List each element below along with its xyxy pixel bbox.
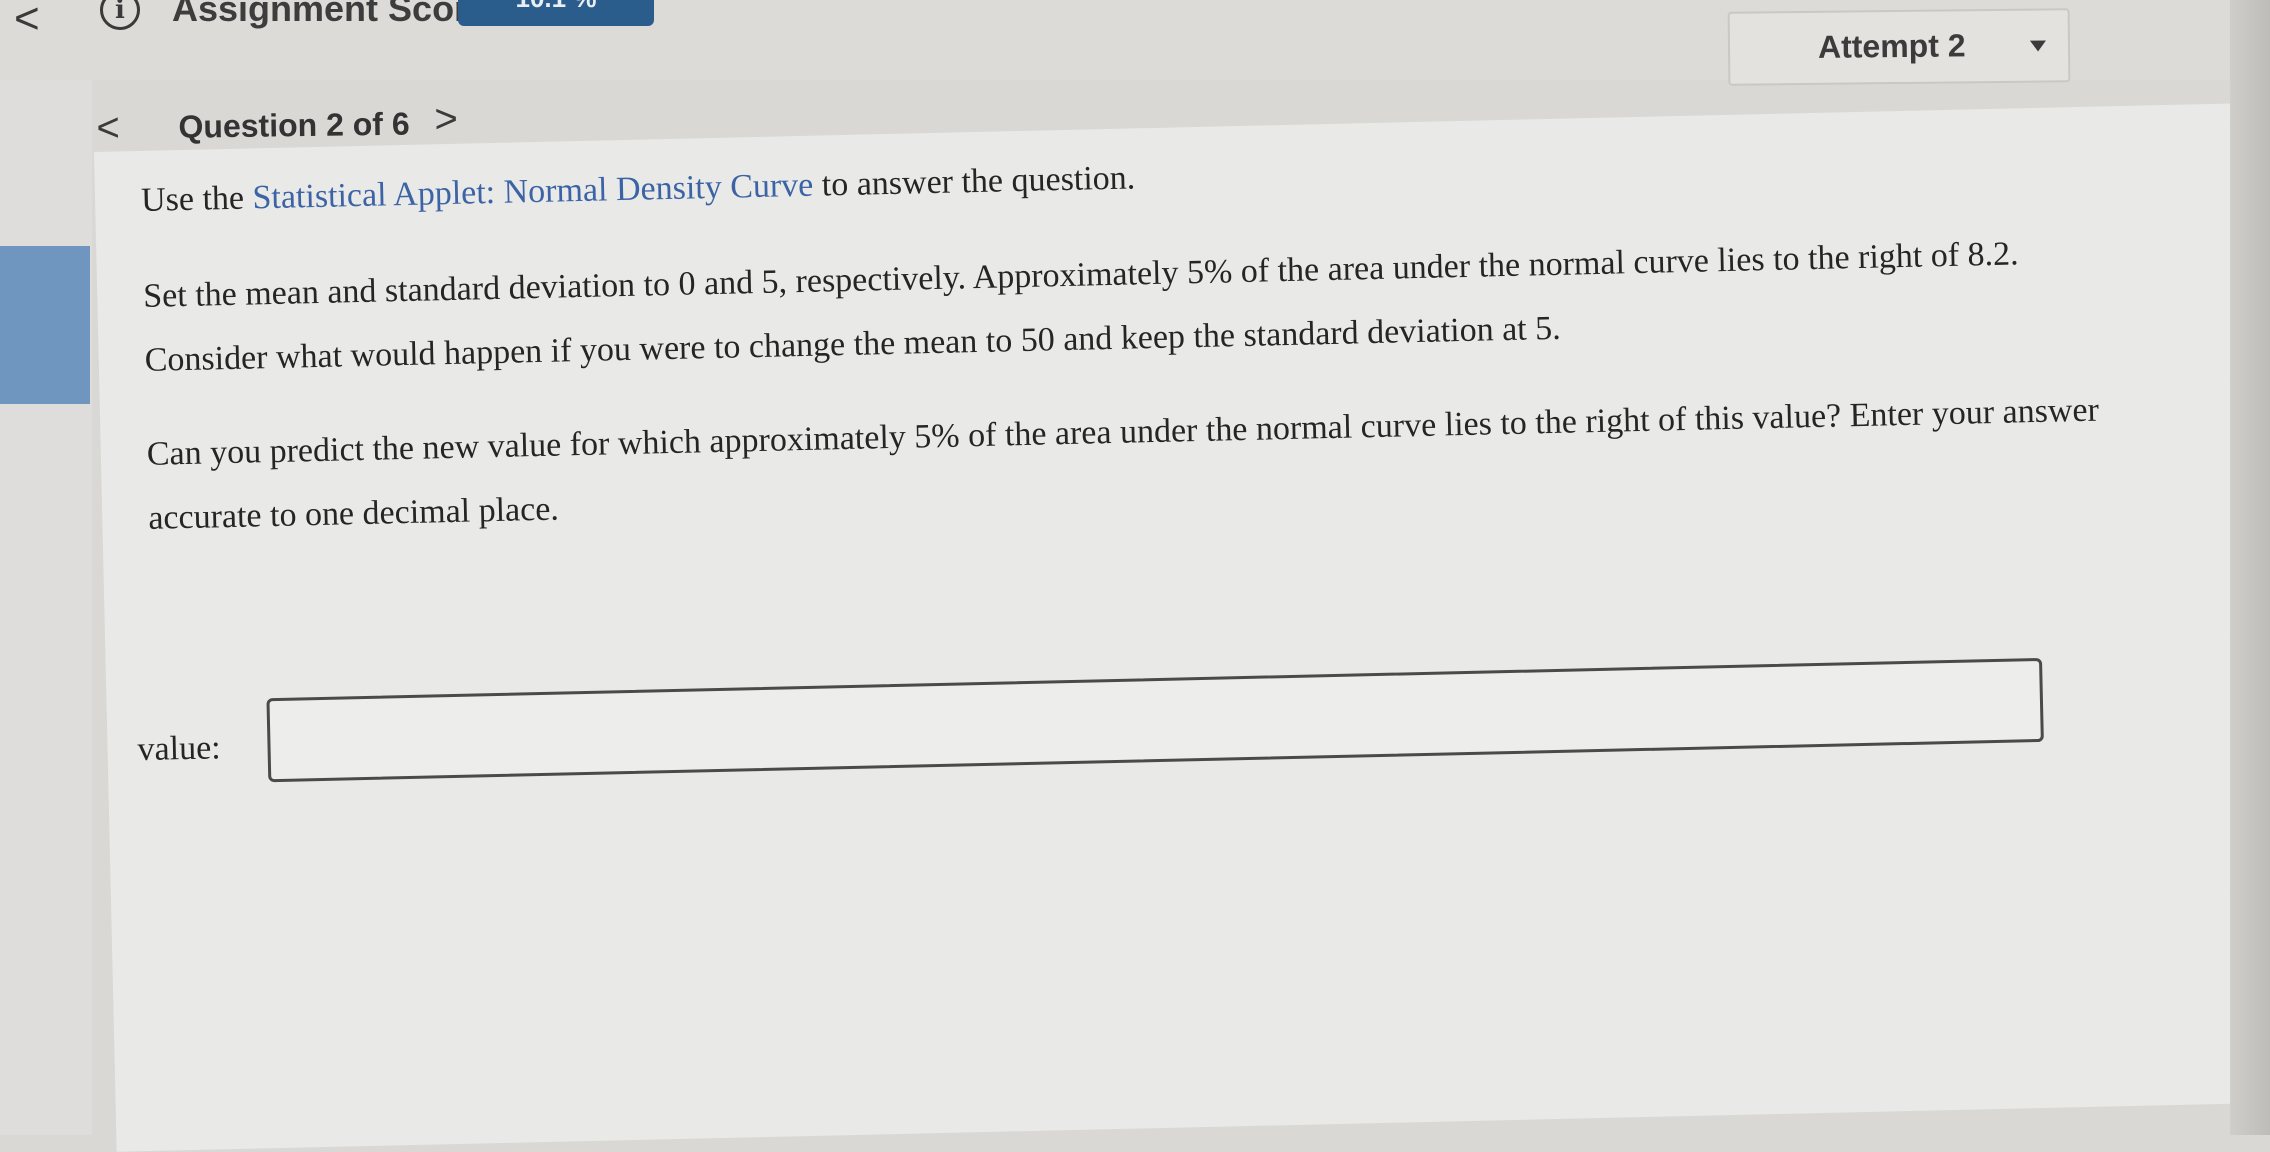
info-icon[interactable]: i	[100, 0, 140, 30]
attempt-label: Attempt 2	[1817, 27, 1966, 65]
assignment-score-label: Assignment Score:	[172, 0, 501, 29]
next-question-chevron-icon[interactable]: >	[434, 97, 458, 142]
assignment-score-badge: 10.1 %	[458, 0, 654, 26]
left-panel	[0, 80, 92, 1135]
value-label: value:	[137, 729, 222, 769]
screen-edge	[2230, 0, 2270, 1135]
back-chevron-icon[interactable]: <	[14, 0, 40, 44]
question-paragraph-1: Set the mean and standard deviation to 0…	[142, 235, 2019, 379]
prev-question-chevron-icon[interactable]: <	[96, 106, 120, 151]
intro-suffix: to answer the question.	[812, 159, 1136, 204]
applet-link[interactable]: Statistical Applet: Normal Density Curve	[252, 167, 814, 217]
question-paragraph-2: Can you predict the new value for which …	[146, 391, 2100, 537]
question-text: Use the Statistical Applet: Normal Densi…	[140, 124, 2129, 581]
value-input[interactable]	[266, 657, 2044, 783]
answer-row: value:	[136, 657, 2044, 811]
intro-prefix: Use the	[140, 179, 253, 219]
caret-down-icon	[2029, 40, 2047, 52]
attempt-dropdown[interactable]: Attempt 2	[1727, 8, 2071, 86]
question-counter: Question 2 of 6	[178, 105, 410, 145]
question-card: Use the Statistical Applet: Normal Densi…	[94, 103, 2267, 1152]
left-panel-highlight[interactable]	[0, 246, 90, 404]
